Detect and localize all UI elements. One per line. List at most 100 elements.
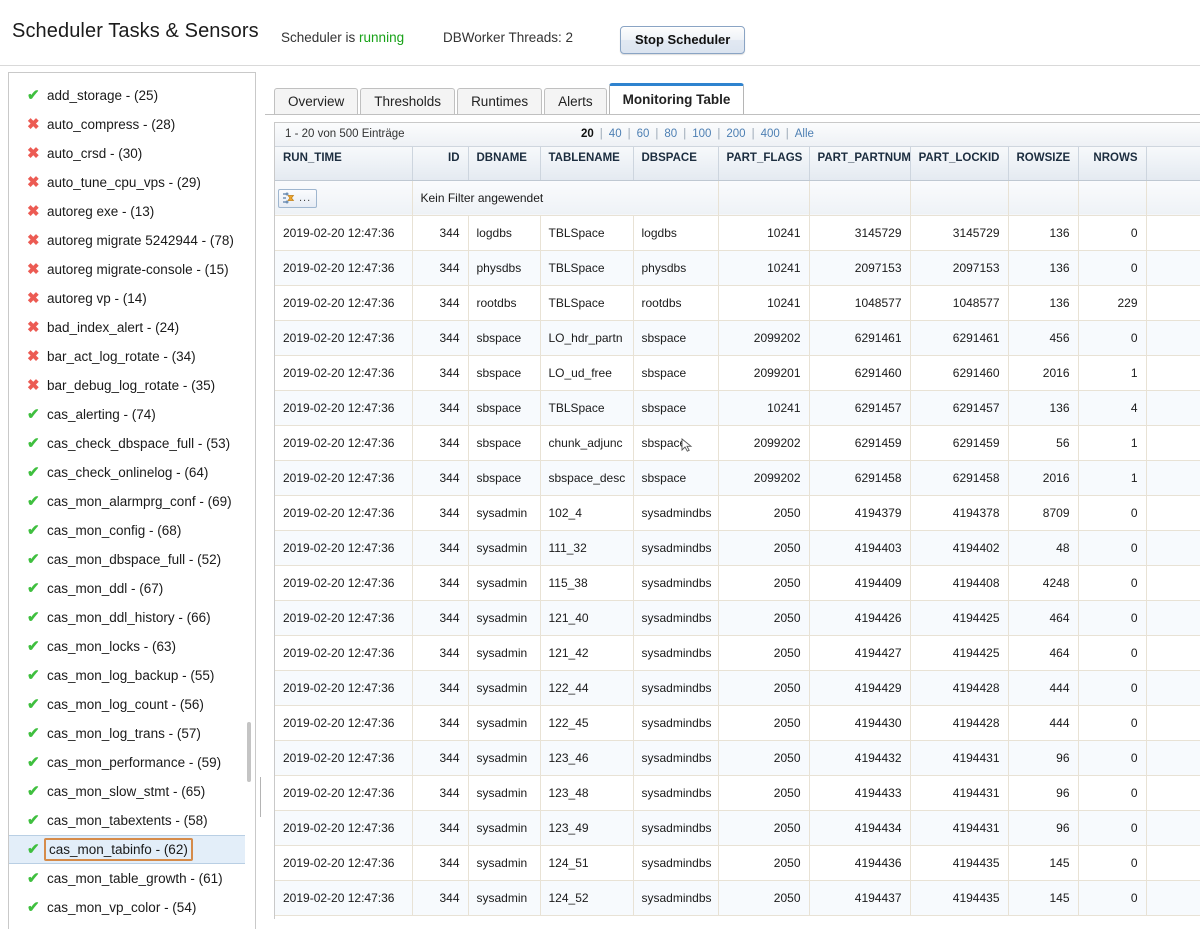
table-row[interactable]: 2019-02-20 12:47:36 344 sysadmin 115_38 sysa… [275,565,1200,601]
column-header-rowsize[interactable]: ROWSIZE [1008,147,1079,181]
cell-pagesize-k: 2 [1146,635,1200,671]
cell-part-lockid: 4194378 [910,495,1009,531]
filter-cell-rowsize[interactable] [1008,180,1079,216]
tab-overview[interactable]: Overview [274,88,359,114]
table-row[interactable]: 2019-02-20 12:47:36 344 sysadmin 123_48 sysa… [275,775,1200,811]
table-row[interactable]: 2019-02-20 12:47:36 344 sbspace TBLSpace sbs… [275,390,1200,426]
task-list-item[interactable]: ✔ cas_mon_performance - (59) [9,748,245,777]
stop-scheduler-button[interactable]: Stop Scheduler [620,26,746,54]
task-list-item[interactable]: ✔ cas_mon_config - (68) [9,516,245,545]
page-size-option-200[interactable]: 200 [720,128,751,140]
cell-dbspace: sysadmindbs [633,880,719,916]
scheduler-status-prefix: Scheduler is [281,30,360,45]
task-list-item[interactable]: ✔ cas_mon_locks - (63) [9,632,245,661]
filter-button[interactable]: ... [278,188,318,208]
cell-part-flags: 2050 [718,810,810,846]
column-header-part-lockid[interactable]: PART_LOCKID [910,147,1009,181]
filter-cell-pagesize[interactable] [1146,180,1200,216]
cell-tablename: TBLSpace [540,390,634,426]
table-row[interactable]: 2019-02-20 12:47:36 344 sysadmin 122_45 sysa… [275,705,1200,741]
task-list-item[interactable]: ✖ autoreg exe - (13) [9,197,245,226]
table-row[interactable]: 2019-02-20 12:47:36 344 rootdbs TBLSpace roo… [275,285,1200,321]
table-row[interactable]: 2019-02-20 12:47:36 344 sysadmin 123_46 sysa… [275,740,1200,776]
table-header-row: RUN_TIME ID DBNAME TABLENAME DBSPACE PART_FLA… [275,147,1200,181]
filter-button-cell[interactable]: ... [275,180,413,216]
tab-monitoring-table[interactable]: Monitoring Table [608,83,745,114]
page-size-option-alle[interactable]: Alle [789,128,820,140]
task-list-item[interactable]: ✔ cas_mon_vp_color - (54) [9,893,245,922]
column-header-id[interactable]: ID [412,147,469,181]
task-list-item[interactable]: ✔ cas_mon_log_backup - (55) [9,661,245,690]
table-row[interactable]: 2019-02-20 12:47:36 344 sysadmin 102_4 sysad… [275,495,1200,531]
task-list-item[interactable]: ✖ autoreg migrate 5242944 - (78) [9,226,245,255]
table-row[interactable]: 2019-02-20 12:47:36 344 sysadmin 124_51 sysa… [275,845,1200,881]
sidebar-scrollbar[interactable] [245,74,254,929]
table-row[interactable]: 2019-02-20 12:47:36 344 sysadmin 121_40 sysa… [275,600,1200,636]
table-row[interactable]: 2019-02-20 12:47:36 344 sysadmin 122_44 sysa… [275,670,1200,706]
page-size-option-60[interactable]: 60 [631,128,656,140]
task-list-item[interactable]: ✖ auto_compress - (28) [9,110,245,139]
filter-cell-part-partnum[interactable] [809,180,911,216]
task-list-item[interactable]: ✖ auto_tune_cpu_vps - (29) [9,168,245,197]
filter-cell-part-flags[interactable] [718,180,810,216]
tab-runtimes[interactable]: Runtimes [457,88,543,114]
task-list-item[interactable]: ✔ cas_mon_log_count - (56) [9,690,245,719]
cell-part-flags: 2099202 [718,425,810,461]
task-list-item[interactable]: ✖ bar_debug_log_rotate - (35) [9,371,245,400]
task-list-item[interactable]: ✔ cas_mon_ddl_history - (66) [9,603,245,632]
task-list-item[interactable]: ✖ auto_crsd - (30) [9,139,245,168]
sidebar-scrollbar-thumb[interactable] [247,722,251,782]
task-list-item[interactable]: ✔ cas_alerting - (74) [9,400,245,429]
task-list-item-label: cas_mon_log_count - (56) [47,697,204,712]
column-header-run-time[interactable]: RUN_TIME [275,147,413,181]
task-list-item[interactable]: ✔ cas_mon_table_growth - (61) [9,864,245,893]
table-row[interactable]: 2019-02-20 12:47:36 344 sbspace chunk_adjun… [275,425,1200,461]
cell-run-time: 2019-02-20 12:47:36 [275,635,413,671]
table-row[interactable]: 2019-02-20 12:47:36 344 sysadmin 111_32 sysa… [275,530,1200,566]
task-list-item[interactable]: ✔ cas_mon_tabinfo - (62) [9,835,245,864]
column-header-pagesize-k[interactable]: PAGESIZE_K [1146,147,1200,181]
task-list-item[interactable]: ✔ add_storage - (25) [9,81,245,110]
page-size-option-100[interactable]: 100 [686,128,717,140]
table-row[interactable]: 2019-02-20 12:47:36 344 sysadmin 123_49 sysa… [275,810,1200,846]
sidebar-splitter[interactable] [257,72,264,929]
column-header-part-partnum[interactable]: PART_PARTNUM [809,147,911,181]
cell-rowsize: 136 [1008,250,1079,286]
task-list-item[interactable]: ✔ cas_mon_dbspace_full - (52) [9,545,245,574]
tab-alerts[interactable]: Alerts [544,88,607,114]
table-row[interactable]: 2019-02-20 12:47:36 344 sbspace sbspace_des… [275,460,1200,496]
task-list-item[interactable]: ✖ bad_index_alert - (24) [9,313,245,342]
page-size-option-80[interactable]: 80 [658,128,683,140]
task-list-item[interactable]: ✔ cas_mon_alarmprg_conf - (69) [9,487,245,516]
filter-cell-nrows[interactable] [1078,180,1147,216]
task-list-item[interactable]: ✔ cas_check_dbspace_full - (53) [9,429,245,458]
table-row[interactable]: 2019-02-20 12:47:36 344 sbspace LO_hdr_part… [275,320,1200,356]
column-header-part-flags[interactable]: PART_FLAGS [718,147,810,181]
table-row[interactable]: 2019-02-20 12:47:36 344 sbspace LO_ud_free s… [275,355,1200,391]
column-header-tablename[interactable]: TABLENAME [540,147,634,181]
cell-nrows: 0 [1078,320,1147,356]
task-list-item[interactable]: ✔ cas_mon_tabextents - (58) [9,806,245,835]
table-row[interactable]: 2019-02-20 12:47:36 344 sysadmin 121_42 sysa… [275,635,1200,671]
column-header-dbname[interactable]: DBNAME [468,147,541,181]
filter-cell-part-lockid[interactable] [910,180,1009,216]
task-list-item[interactable]: ✔ cas_mon_ddl - (67) [9,574,245,603]
column-header-nrows[interactable]: NROWS [1078,147,1147,181]
tab-thresholds[interactable]: Thresholds [360,88,456,114]
page-size-option-40[interactable]: 40 [603,128,628,140]
page-size-option-400[interactable]: 400 [755,128,786,140]
task-list-item[interactable]: ✖ bar_act_log_rotate - (34) [9,342,245,371]
cell-dbspace: logdbs [633,215,719,251]
task-list-item[interactable]: ✖ autoreg vp - (14) [9,284,245,313]
column-header-dbspace[interactable]: DBSPACE [633,147,719,181]
cell-rowsize: 464 [1008,600,1079,636]
table-row[interactable]: 2019-02-20 12:47:36 344 physdbs TBLSpace phy… [275,250,1200,286]
task-list-item[interactable]: ✔ cas_mon_log_trans - (57) [9,719,245,748]
splitter-grip[interactable] [260,777,261,817]
task-list-item[interactable]: ✔cas_mon_wait - (60) [9,922,245,929]
task-list-item[interactable]: ✖ autoreg migrate-console - (15) [9,255,245,284]
table-row[interactable]: 2019-02-20 12:47:36 344 logdbs TBLSpace logd… [275,215,1200,251]
table-row[interactable]: 2019-02-20 12:47:36 344 sysadmin 124_52 sysa… [275,880,1200,916]
task-list-item[interactable]: ✔ cas_check_onlinelog - (64) [9,458,245,487]
task-list-item[interactable]: ✔ cas_mon_slow_stmt - (65) [9,777,245,806]
